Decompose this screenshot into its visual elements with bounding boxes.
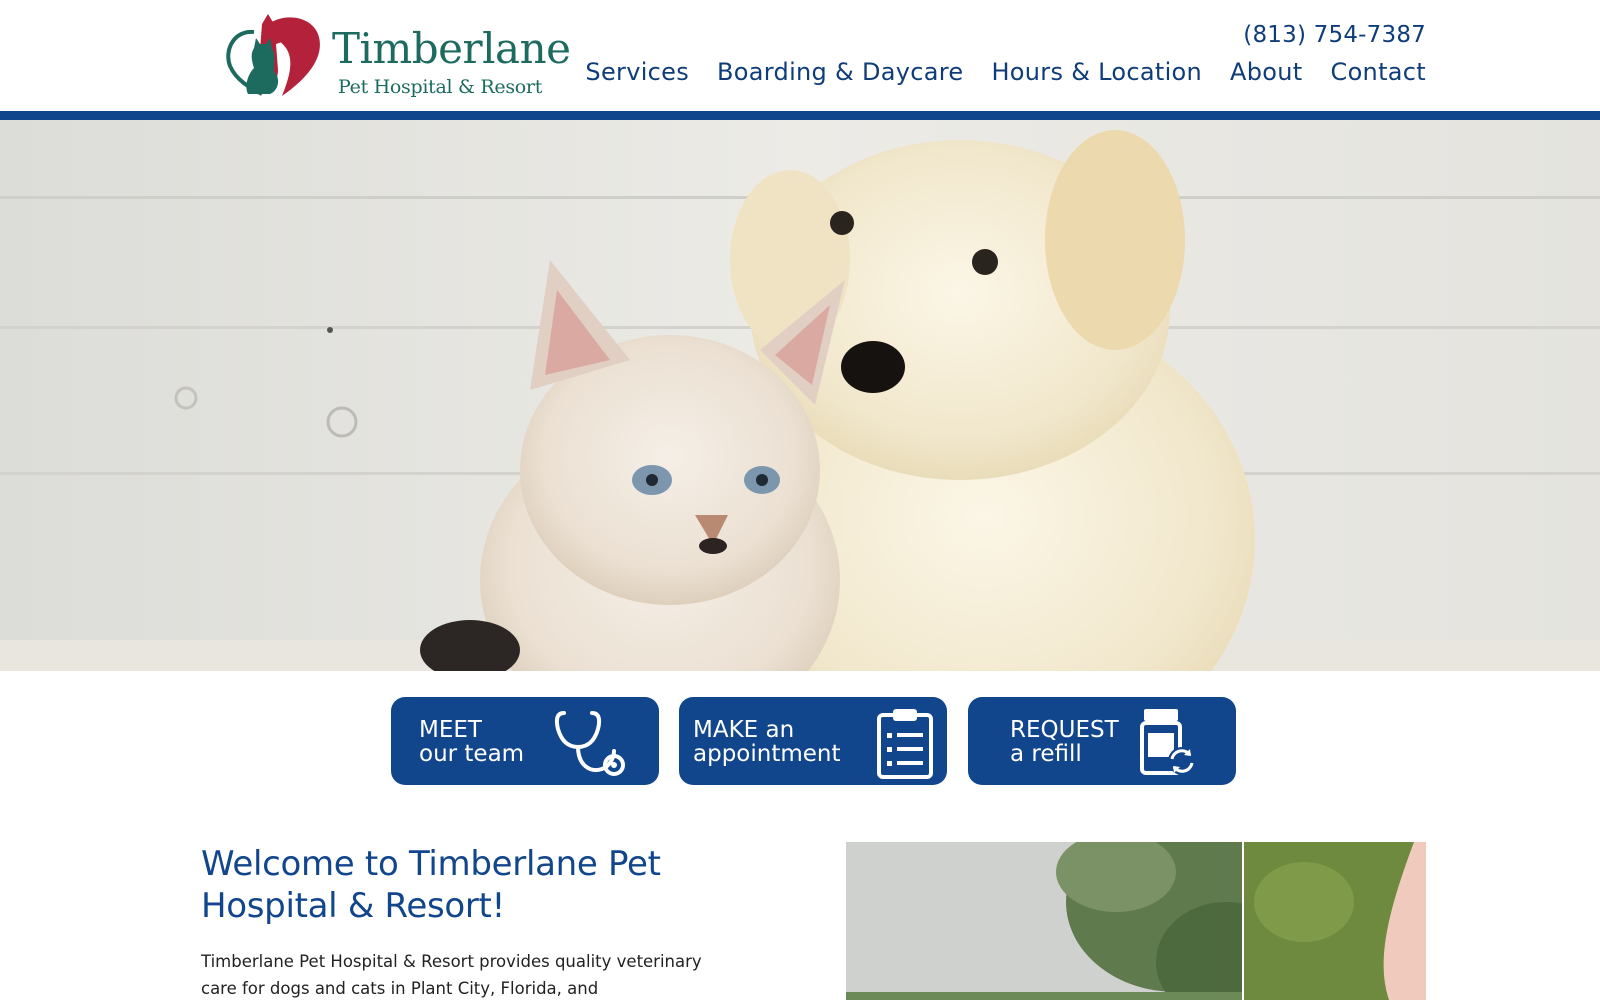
request-refill-button[interactable]: REQUEST a refill xyxy=(968,697,1236,785)
medicine-refill-icon xyxy=(1140,709,1196,775)
nav-boarding-daycare[interactable]: Boarding & Daycare xyxy=(717,58,963,86)
stethoscope-icon xyxy=(554,711,625,776)
heart-dog-cat-icon xyxy=(226,14,320,97)
pet-photo xyxy=(1244,842,1426,1000)
site-logo[interactable]: Timberlane Pet Hospital & Resort xyxy=(224,10,571,98)
site-header: Timberlane Pet Hospital & Resort (813) 7… xyxy=(0,0,1600,111)
grass-photo xyxy=(1244,842,1426,1000)
meet-our-team-button[interactable]: MEET our team xyxy=(391,697,659,785)
logo-title: Timberlane xyxy=(332,24,571,73)
main-nav: Services Boarding & Daycare Hours & Loca… xyxy=(585,58,1426,86)
welcome-heading: Welcome to Timberlane Pet Hospital & Res… xyxy=(201,844,661,926)
kitten-and-puppy-photo xyxy=(0,120,1600,671)
cta-line1: MAKE an xyxy=(693,717,795,743)
clipboard-icon xyxy=(877,709,933,779)
clinic-exterior-photo xyxy=(846,842,1242,1000)
cta-line2: our team xyxy=(419,741,525,767)
nav-services[interactable]: Services xyxy=(585,58,689,86)
make-appointment-button[interactable]: MAKE an appointment xyxy=(679,697,947,785)
cta-row: MEET our team MAKE an appointment REQUES… xyxy=(391,697,1236,785)
nav-contact[interactable]: Contact xyxy=(1331,58,1426,86)
phone-number[interactable]: (813) 754-7387 xyxy=(1243,22,1426,48)
cta-line1: MEET xyxy=(419,717,482,743)
trees-photo xyxy=(846,842,1242,1000)
cta-line2: a refill xyxy=(1010,741,1082,767)
logo-subtitle: Pet Hospital & Resort xyxy=(338,76,543,98)
welcome-paragraph: Timberlane Pet Hospital & Resort provide… xyxy=(201,952,702,998)
header-divider xyxy=(0,111,1600,120)
cta-line2: appointment xyxy=(693,741,841,767)
nav-hours-location[interactable]: Hours & Location xyxy=(991,58,1202,86)
nav-about[interactable]: About xyxy=(1230,58,1302,86)
hero-image xyxy=(0,120,1600,671)
cta-line1: REQUEST xyxy=(1010,717,1119,743)
